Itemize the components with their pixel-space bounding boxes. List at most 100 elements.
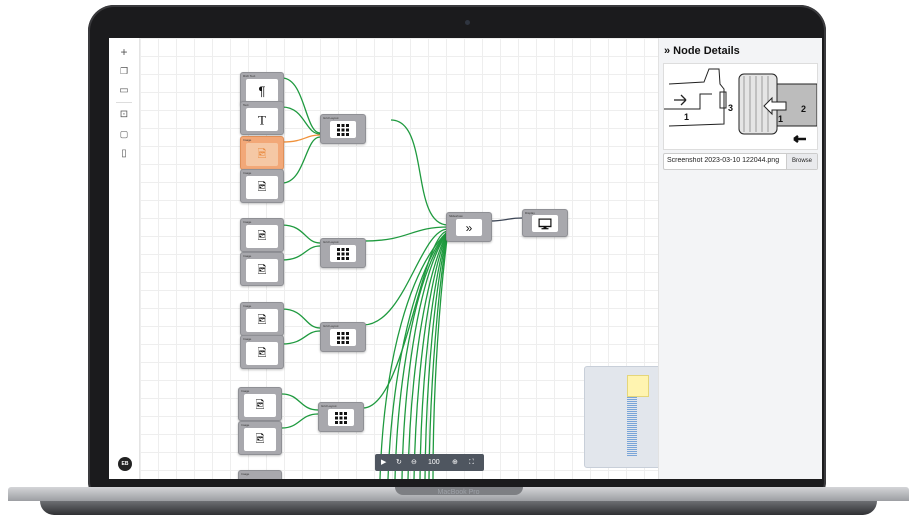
image-node-8[interactable]: Image: [238, 470, 282, 479]
node-body: »: [456, 219, 482, 236]
zoom-out-icon[interactable]: ⊖: [411, 458, 417, 467]
monitor-icon: [538, 218, 552, 229]
node-title: Image: [243, 138, 252, 142]
label-three: 3: [728, 103, 733, 113]
image-icon: 🖻: [257, 230, 267, 242]
clipboard-icon[interactable]: ▯: [118, 148, 130, 160]
node-title: Text: [243, 103, 249, 107]
wire-image-7: [281, 413, 319, 429]
node-canvas[interactable]: Rich Text ¶ Text T Image 🖻 Image 🖻 Grid …: [140, 38, 681, 479]
image-icon: 🖻: [257, 264, 267, 276]
node-title: Image: [241, 423, 250, 427]
slideshow-node[interactable]: Slideshow »: [446, 212, 492, 242]
save-icon[interactable]: ⊡: [118, 109, 130, 121]
label-one-left: 1: [684, 112, 689, 122]
node-details-panel: » Node Details 1 3 1 2 Screenshot 2023-0…: [658, 38, 822, 479]
text-node[interactable]: Text T: [240, 101, 284, 135]
wire-image-3: [281, 245, 321, 261]
node-body: [328, 409, 354, 426]
node-body: 🖻: [246, 143, 278, 166]
node-body: [330, 245, 356, 262]
node-title: Image: [243, 254, 252, 258]
node-body: 🖻: [246, 225, 278, 248]
label-one-right: 1: [778, 114, 783, 124]
zoom-level: 100: [428, 459, 440, 466]
image-icon: 🖻: [257, 181, 267, 193]
label-two: 2: [801, 104, 806, 114]
grid-icon: [337, 247, 349, 260]
wire-grid-2: [362, 226, 449, 242]
file-name: Screenshot 2023-03-10 122044.png: [667, 157, 780, 164]
image-node-selected[interactable]: Image 🖻: [240, 136, 284, 170]
browse-button[interactable]: Browse: [786, 154, 817, 169]
node-body: 🖻: [246, 342, 278, 365]
node-title: Image: [241, 389, 250, 393]
zoom-in-icon[interactable]: ⊕: [452, 458, 458, 467]
node-title: Image: [243, 304, 252, 308]
node-title: Grid Layout: [323, 116, 339, 120]
node-body: 🖻: [246, 259, 278, 282]
node-body: ¶: [246, 79, 278, 102]
image-icon: 🖻: [255, 399, 265, 411]
device-brand-label: MacBook Pro: [437, 489, 480, 496]
play-icon[interactable]: ▶: [381, 458, 386, 467]
image-icon: 🖻: [257, 347, 267, 359]
node-body: [532, 215, 558, 232]
node-title: Grid Layout: [321, 404, 337, 408]
diagram-illustration: 1 3 1 2: [664, 64, 817, 149]
wire-rich-text: [281, 77, 321, 134]
comment-icon[interactable]: ▭: [118, 85, 130, 97]
image-icon: 🖻: [257, 148, 267, 160]
text-icon: T: [258, 112, 266, 127]
node-title: Rich Text: [243, 74, 256, 78]
base-underside: [40, 501, 877, 515]
image-icon: 🖻: [255, 433, 265, 445]
grid-layout-node-4[interactable]: Grid Layout: [318, 402, 364, 432]
avatar[interactable]: EB: [118, 457, 132, 471]
file-picker[interactable]: Screenshot 2023-03-10 122044.png Browse: [663, 153, 818, 170]
node-body: 🖻: [246, 309, 278, 332]
wire-slideshow-display: [489, 217, 523, 222]
image-node-4[interactable]: Image 🖻: [240, 302, 284, 336]
display-node[interactable]: Display: [522, 209, 568, 237]
node-title: Image: [243, 171, 252, 175]
image-preview: 1 3 1 2: [663, 63, 818, 150]
image-node-5[interactable]: Image 🖻: [240, 335, 284, 369]
camera-dot: [465, 20, 470, 25]
node-body: T: [246, 108, 278, 131]
copy-icon[interactable]: ❐: [118, 65, 130, 77]
wire-image-4: [281, 308, 321, 329]
wire-image-2: [281, 224, 321, 244]
image-node-7[interactable]: Image 🖻: [238, 421, 282, 455]
grid-layout-node-3[interactable]: Grid Layout: [320, 322, 366, 352]
node-title: Image: [243, 220, 252, 224]
refresh-icon[interactable]: ↻: [396, 458, 402, 467]
grid-icon: [337, 331, 349, 344]
node-body: 🖻: [244, 428, 276, 451]
wire-image-1: [281, 136, 321, 184]
image-node-6[interactable]: Image 🖻: [238, 387, 282, 421]
grid-layout-node-1[interactable]: Grid Layout: [320, 114, 366, 144]
paragraph-icon: ¶: [258, 83, 266, 98]
minimap-viewport: [627, 375, 649, 397]
folder-icon[interactable]: ▢: [118, 128, 130, 140]
grid-icon: [335, 411, 347, 424]
image-icon: 🖻: [257, 314, 267, 326]
image-node-3[interactable]: Image 🖻: [240, 252, 284, 286]
canvas-controls: ▶ ↻ ⊖ 100 ⊕ ⛶: [375, 454, 484, 471]
fit-view-icon[interactable]: ⛶: [469, 458, 474, 467]
node-title: Slideshow: [449, 214, 463, 218]
app-screen: + ❐ ▭ ⊡ ▢ ▯ EB Rich Text ¶ Text T Image …: [109, 38, 822, 479]
left-toolbar: + ❐ ▭ ⊡ ▢ ▯ EB: [109, 38, 140, 479]
add-icon[interactable]: +: [118, 46, 130, 58]
toolbar-divider: [116, 102, 132, 103]
wire-selected-image: [281, 134, 321, 143]
image-node-2[interactable]: Image 🖻: [240, 218, 284, 252]
node-body: [330, 121, 356, 138]
slideshow-icon: »: [465, 220, 473, 235]
grid-layout-node-2[interactable]: Grid Layout: [320, 238, 366, 268]
image-node-1[interactable]: Image 🖻: [240, 169, 284, 203]
node-title: Grid Layout: [323, 240, 339, 244]
grid-icon: [337, 123, 349, 136]
panel-title: » Node Details: [664, 45, 740, 57]
